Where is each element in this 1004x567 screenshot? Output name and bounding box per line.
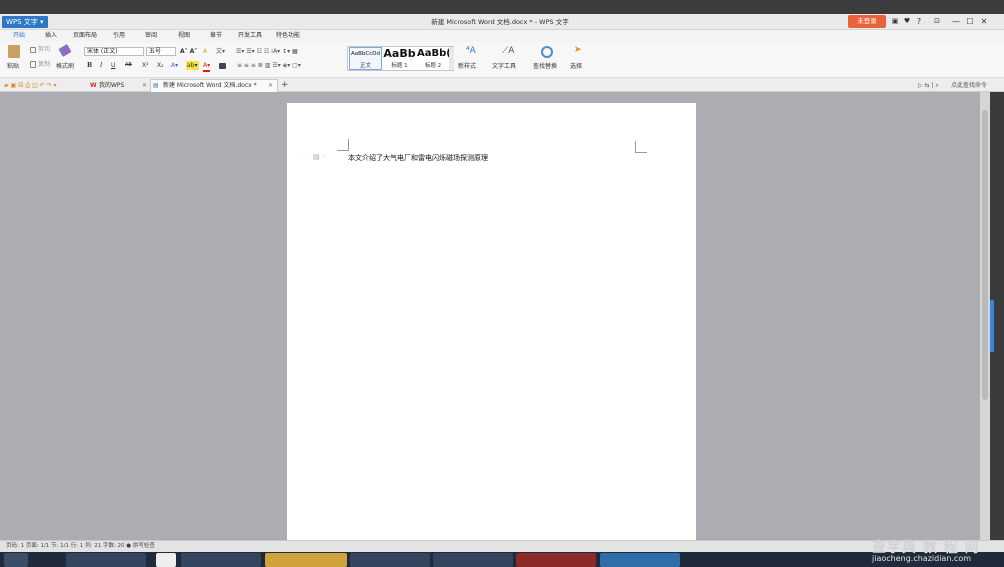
margin-corner-top-right (635, 141, 647, 153)
shirt-icon[interactable]: ♥ (902, 15, 912, 28)
search-icon[interactable] (541, 46, 553, 58)
close-button[interactable]: ✕ (978, 15, 990, 28)
new-tab-button[interactable]: + (281, 79, 289, 92)
font-name-select[interactable]: 宋体 (正文) (84, 47, 144, 56)
watermark-url: jiaocheng.chazidian.com (872, 554, 972, 563)
tab-developer[interactable]: 开发工具 (238, 30, 262, 42)
document-body-text[interactable]: 本文介绍了大气电厂和雷电闪烁磁场探测原理 (348, 153, 488, 163)
taskbar-app-7[interactable] (516, 553, 596, 567)
text-tools-button[interactable]: 文字工具 (492, 62, 516, 71)
os-taskbar (0, 552, 1004, 567)
style-heading2[interactable]: AaBb( 标题 2 (417, 47, 449, 69)
font-color-icon[interactable]: A▾ (203, 61, 211, 72)
document-page[interactable]: ▤ · (287, 103, 696, 540)
skin-icon[interactable]: ▣ (890, 15, 900, 28)
find-replace-button[interactable]: 查找替换 (533, 62, 557, 71)
tab-view[interactable]: 视图 (178, 30, 190, 42)
tab-insert[interactable]: 插入 (45, 30, 57, 42)
highlight-icon[interactable]: ab▾ (186, 61, 199, 70)
style-heading1[interactable]: AaBb 标题 1 (383, 47, 416, 69)
taskbar-app-4[interactable] (265, 553, 347, 567)
align-icons[interactable]: ≡ ≡ ≡ ≣ ▥ ☰▾ ◈▾ ▢▾ (237, 61, 301, 70)
menu-bar: 开始 插入 页面布局 引用 审阅 视图 章节 开发工具 特色功能 (0, 30, 1004, 44)
new-style-button[interactable]: 新样式 (458, 62, 476, 71)
tab-references[interactable]: 引用 (113, 30, 125, 42)
taskbar-app-6[interactable] (433, 553, 513, 567)
login-button[interactable]: 未登录 (848, 15, 886, 28)
style-normal[interactable]: AaBbCcDd 正文 (349, 47, 382, 70)
wps-logo-icon: W (90, 82, 97, 89)
taskbar-app-1[interactable] (66, 553, 146, 567)
start-button[interactable] (4, 553, 28, 567)
format-painter-button[interactable]: 格式刷 (56, 62, 74, 71)
status-bar: 页码: 1 页面: 1/1 节: 1/1 行: 1 列: 21 字数: 20 ●… (0, 540, 1004, 552)
pin-icon[interactable]: ⊡ (932, 15, 942, 28)
ribbon-toolbar: 粘贴 剪切 复制 格式刷 宋体 (正文) 五号 A˄ A˅ A 文▾ B I U… (0, 42, 1004, 78)
cut-button[interactable]: 剪切 (38, 45, 50, 54)
underline-button[interactable]: U (111, 61, 115, 70)
tab-page-layout[interactable]: 页面布局 (73, 30, 97, 42)
phonetic-icon[interactable]: 文▾ (216, 47, 225, 56)
command-search[interactable]: 点此查找命令 (951, 81, 987, 90)
window-title: 新建 Microsoft Word 文档.docx * - WPS 文字 (431, 18, 569, 26)
close-home-tab-icon[interactable]: ✕ (142, 81, 147, 90)
italic-button[interactable]: I (100, 61, 102, 70)
select-button[interactable]: 选择 (570, 62, 582, 71)
side-panel-toggle[interactable] (990, 300, 994, 352)
tab-chapter[interactable]: 章节 (210, 30, 222, 42)
minimize-button[interactable]: — (950, 15, 962, 28)
taskbar-app-5[interactable] (350, 553, 430, 567)
copy-button[interactable]: 复制 (38, 60, 50, 69)
bold-button[interactable]: B (87, 61, 92, 70)
scissors-icon[interactable] (30, 47, 36, 53)
margin-corner-top-left (337, 139, 349, 151)
strikethrough-button[interactable]: AB (125, 61, 132, 70)
paste-button[interactable]: 粘贴 (7, 62, 19, 71)
taskbar-app-8[interactable] (600, 553, 680, 567)
doc-tab[interactable]: 新建 Microsoft Word 文档.docx * (150, 79, 278, 92)
copy-icon[interactable] (30, 61, 36, 68)
paste-icon[interactable] (8, 45, 20, 58)
title-bar: WPS 文字 ▾ 新建 Microsoft Word 文档.docx * - W… (0, 14, 1004, 30)
brush-icon[interactable] (58, 44, 72, 57)
new-style-icon[interactable]: ⁴A (466, 47, 476, 56)
styles-gallery: AaBbCcDd 正文 AaBb 标题 1 AaBb( 标题 2 (347, 46, 454, 71)
char-shading-icon[interactable] (219, 63, 226, 69)
home-tab[interactable]: 我的WPS (99, 81, 124, 90)
panel-icons[interactable]: ▷ ⇆ | ⌕ (918, 81, 939, 90)
maximize-button[interactable]: ☐ (964, 15, 976, 28)
cursor-icon[interactable]: ➤ (574, 46, 582, 55)
grow-font-icon[interactable]: A˄ A˅ (180, 47, 197, 56)
font-size-select[interactable]: 五号 (146, 47, 176, 56)
text-tools-icon[interactable]: ⟋A (502, 47, 514, 56)
close-doc-tab-icon[interactable]: ✕ (268, 79, 273, 92)
tab-features[interactable]: 特色功能 (276, 30, 300, 42)
top-strip (0, 0, 1004, 14)
scroll-thumb[interactable] (982, 110, 988, 400)
taskbar-app-3[interactable] (181, 553, 261, 567)
taskbar-app-2[interactable] (156, 553, 176, 567)
help-button[interactable]: ? (914, 15, 924, 28)
superscript-button[interactable]: X² (142, 61, 149, 70)
text-effect-icon[interactable]: A▾ (171, 61, 178, 70)
subscript-button[interactable]: X₂ (157, 61, 164, 70)
clear-format-icon[interactable]: A (203, 47, 207, 56)
tab-review[interactable]: 审阅 (145, 30, 157, 42)
styles-scroll[interactable] (449, 47, 454, 70)
bullet-list-icon[interactable]: ☰▾ ☰▾ ☷ ☷ ⁞A▾ ↕▾ ▦ (236, 47, 298, 56)
quick-access-icons[interactable]: ▰ ▣ ☒ ⎙ ◫ ↶ ↷ ▾ (4, 81, 57, 90)
wps-menu-button[interactable]: WPS 文字 ▾ (2, 16, 48, 28)
paragraph-handle-icon[interactable]: ▤ · (313, 153, 324, 161)
doc-tab-icon: ▤ (153, 82, 159, 89)
